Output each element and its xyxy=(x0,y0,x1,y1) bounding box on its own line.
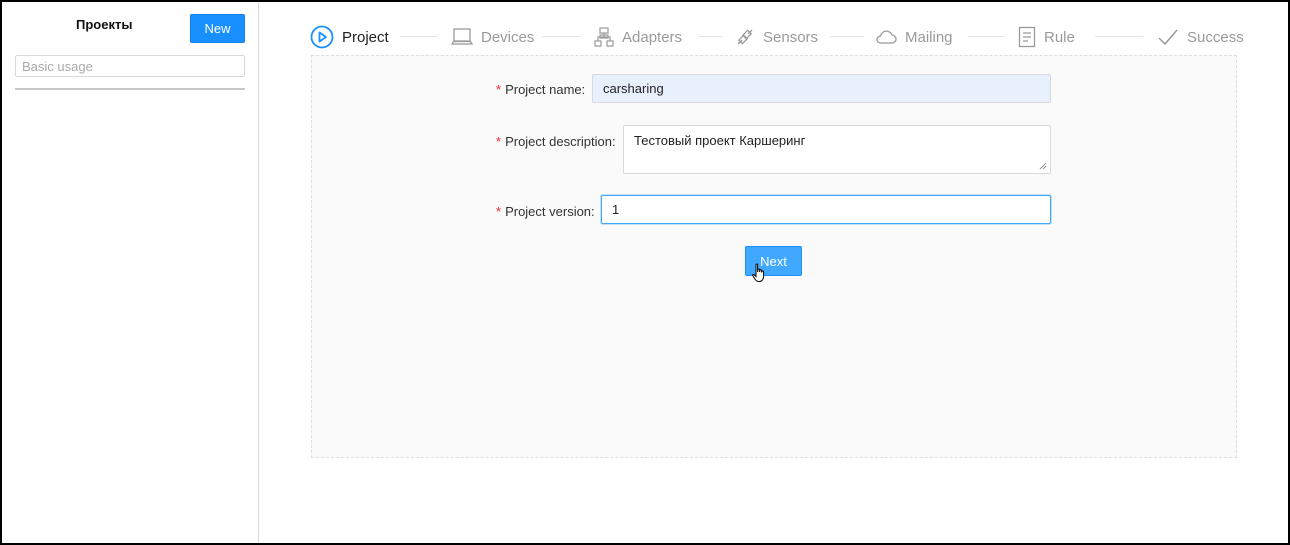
project-description-row: * Project description: xyxy=(496,132,616,150)
step-label: Sensors xyxy=(763,28,819,46)
required-mark: * xyxy=(496,81,502,97)
project-name-input[interactable] xyxy=(592,74,1051,103)
step-sensors[interactable]: Sensors xyxy=(735,24,818,50)
step-success[interactable]: Success xyxy=(1157,24,1244,50)
step-project[interactable]: Project xyxy=(310,24,389,50)
label-suffix: : xyxy=(612,133,616,149)
step-connector xyxy=(400,36,438,37)
step-connector xyxy=(698,36,723,37)
check-icon xyxy=(1157,27,1179,47)
project-version-input[interactable] xyxy=(601,195,1051,224)
file-text-icon xyxy=(1018,26,1036,48)
laptop-icon xyxy=(451,27,473,47)
step-connector xyxy=(830,36,864,37)
required-mark: * xyxy=(496,203,502,219)
step-label: Adapters xyxy=(622,28,683,46)
resize-handle-icon[interactable] xyxy=(1039,162,1047,170)
project-name-row: * Project name: xyxy=(496,80,585,98)
label-text: Project version xyxy=(505,203,592,219)
project-search-input[interactable] xyxy=(15,55,245,77)
label-suffix: : xyxy=(591,203,595,219)
project-name-label: * Project name: xyxy=(496,82,585,97)
label-suffix: : xyxy=(581,81,586,97)
step-label: Success xyxy=(1187,28,1244,46)
sidebar-divider xyxy=(15,88,245,90)
project-version-row: * Project version: xyxy=(496,202,595,220)
step-connector xyxy=(1095,36,1143,37)
label-text: Project name xyxy=(505,81,582,97)
step-rule[interactable]: Rule xyxy=(1018,24,1075,50)
label-text: Project description xyxy=(505,133,613,149)
api-icon xyxy=(735,27,755,47)
step-label: Rule xyxy=(1044,28,1075,46)
step-label: Devices xyxy=(481,28,535,46)
project-version-label: * Project version: xyxy=(496,204,595,219)
new-project-button[interactable]: New xyxy=(190,14,245,43)
steps-bar: Project Devices Adapters Sensors Mailing… xyxy=(310,24,1244,50)
step-label: Mailing xyxy=(905,28,953,46)
project-description-textarea[interactable]: Тестовый проект Каршеринг xyxy=(623,125,1051,174)
sidebar-title: Проекты xyxy=(76,17,133,32)
step-connector xyxy=(542,36,580,37)
step-adapters[interactable]: Adapters xyxy=(594,24,682,50)
play-circle-icon xyxy=(310,25,334,49)
step-label: Project xyxy=(342,28,389,46)
project-description-label: * Project description: xyxy=(496,134,616,149)
step-mailing[interactable]: Mailing xyxy=(875,24,953,50)
step-devices[interactable]: Devices xyxy=(451,24,534,50)
cluster-icon xyxy=(594,27,614,47)
required-mark: * xyxy=(496,133,502,149)
sidebar: Проекты New xyxy=(2,2,259,543)
hand-cursor-icon xyxy=(752,263,765,282)
step-connector xyxy=(968,36,1004,37)
cloud-icon xyxy=(875,28,897,46)
